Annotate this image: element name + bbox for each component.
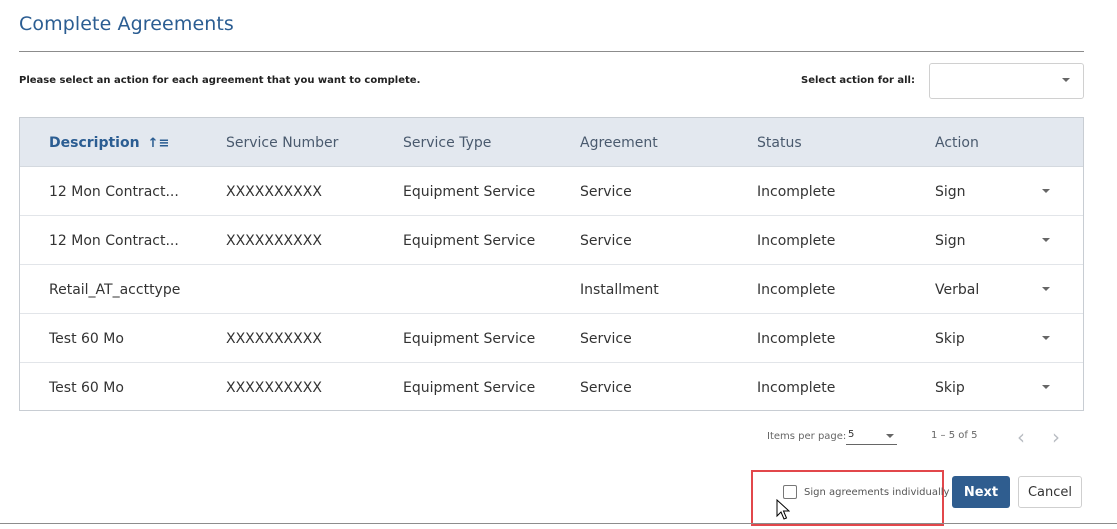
chevron-down-icon[interactable] bbox=[1042, 287, 1050, 291]
cell-description: 12 Mon Contract... bbox=[49, 184, 179, 200]
bottom-divider bbox=[0, 523, 1117, 524]
table-row: 12 Mon Contract... XXXXXXXXXX Equipment … bbox=[20, 167, 1083, 216]
table-row: 12 Mon Contract... XXXXXXXXXX Equipment … bbox=[20, 216, 1083, 265]
cell-service-type: Equipment Service bbox=[403, 233, 536, 249]
cell-agreement: Service bbox=[580, 380, 632, 396]
column-header-service-number[interactable]: Service Number bbox=[226, 135, 338, 151]
action-select[interactable]: Skip bbox=[935, 331, 965, 347]
action-select[interactable]: Verbal bbox=[935, 282, 979, 298]
chevron-down-icon[interactable] bbox=[1042, 385, 1050, 389]
action-select[interactable]: Skip bbox=[935, 380, 965, 396]
sort-ascending-icon[interactable]: ↑≡ bbox=[148, 136, 170, 151]
cancel-button[interactable]: Cancel bbox=[1018, 476, 1082, 508]
select-action-all-label: Select action for all: bbox=[801, 75, 915, 86]
instruction-text: Please select an action for each agreeme… bbox=[19, 75, 421, 86]
agreements-table: Description ↑≡ Service Number Service Typ… bbox=[19, 117, 1084, 411]
cell-agreement: Service bbox=[580, 331, 632, 347]
cell-service-number: XXXXXXXXXX bbox=[226, 380, 322, 396]
chevron-left-icon[interactable]: ‹ bbox=[1017, 427, 1025, 447]
column-header-status[interactable]: Status bbox=[757, 135, 802, 151]
action-select[interactable]: Sign bbox=[935, 233, 966, 249]
table-row: Test 60 Mo XXXXXXXXXX Equipment Service … bbox=[20, 314, 1083, 363]
action-select[interactable]: Sign bbox=[935, 184, 966, 200]
cell-status: Incomplete bbox=[757, 331, 836, 347]
chevron-down-icon[interactable] bbox=[1042, 189, 1050, 193]
chevron-down-icon[interactable] bbox=[1042, 336, 1050, 340]
chevron-right-icon[interactable]: › bbox=[1052, 427, 1060, 447]
column-header-service-type[interactable]: Service Type bbox=[403, 135, 491, 151]
sign-individually-checkbox[interactable] bbox=[783, 485, 797, 499]
cell-status: Incomplete bbox=[757, 233, 836, 249]
select-action-all-dropdown[interactable] bbox=[929, 63, 1084, 99]
pagination-range: 1 – 5 of 5 bbox=[931, 430, 978, 441]
cell-description: Test 60 Mo bbox=[49, 380, 124, 396]
table-row: Test 60 Mo XXXXXXXXXX Equipment Service … bbox=[20, 363, 1083, 411]
mouse-cursor-icon bbox=[776, 499, 790, 520]
cell-status: Incomplete bbox=[757, 184, 836, 200]
items-per-page-select[interactable]: 5 bbox=[846, 428, 897, 445]
cell-description: 12 Mon Contract... bbox=[49, 233, 179, 249]
sign-individually-label[interactable]: Sign agreements individually bbox=[804, 487, 949, 498]
items-per-page-value: 5 bbox=[848, 429, 855, 440]
cell-description: Retail_AT_accttype bbox=[49, 282, 181, 298]
items-per-page-label: Items per page: bbox=[767, 431, 847, 442]
title-divider bbox=[19, 51, 1084, 52]
cell-service-type: Equipment Service bbox=[403, 380, 536, 396]
column-header-action[interactable]: Action bbox=[935, 135, 979, 151]
chevron-down-icon[interactable] bbox=[1042, 238, 1050, 242]
next-button[interactable]: Next bbox=[952, 476, 1010, 508]
table-header: Description ↑≡ Service Number Service Typ… bbox=[20, 118, 1083, 167]
cell-description: Test 60 Mo bbox=[49, 331, 124, 347]
cell-service-number: XXXXXXXXXX bbox=[226, 331, 322, 347]
cell-service-number: XXXXXXXXXX bbox=[226, 184, 322, 200]
chevron-down-icon bbox=[1062, 78, 1070, 82]
cell-agreement: Service bbox=[580, 233, 632, 249]
chevron-down-icon bbox=[886, 434, 894, 438]
page-title: Complete Agreements bbox=[19, 13, 234, 35]
column-header-agreement[interactable]: Agreement bbox=[580, 135, 658, 151]
cell-service-number: XXXXXXXXXX bbox=[226, 233, 322, 249]
cell-status: Incomplete bbox=[757, 282, 836, 298]
column-header-description[interactable]: Description ↑≡ bbox=[49, 135, 169, 151]
cell-status: Incomplete bbox=[757, 380, 836, 396]
cell-agreement: Installment bbox=[580, 282, 659, 298]
table-row: Retail_AT_accttype Installment Incomplet… bbox=[20, 265, 1083, 314]
cell-service-type: Equipment Service bbox=[403, 184, 536, 200]
cell-agreement: Service bbox=[580, 184, 632, 200]
cell-service-type: Equipment Service bbox=[403, 331, 536, 347]
